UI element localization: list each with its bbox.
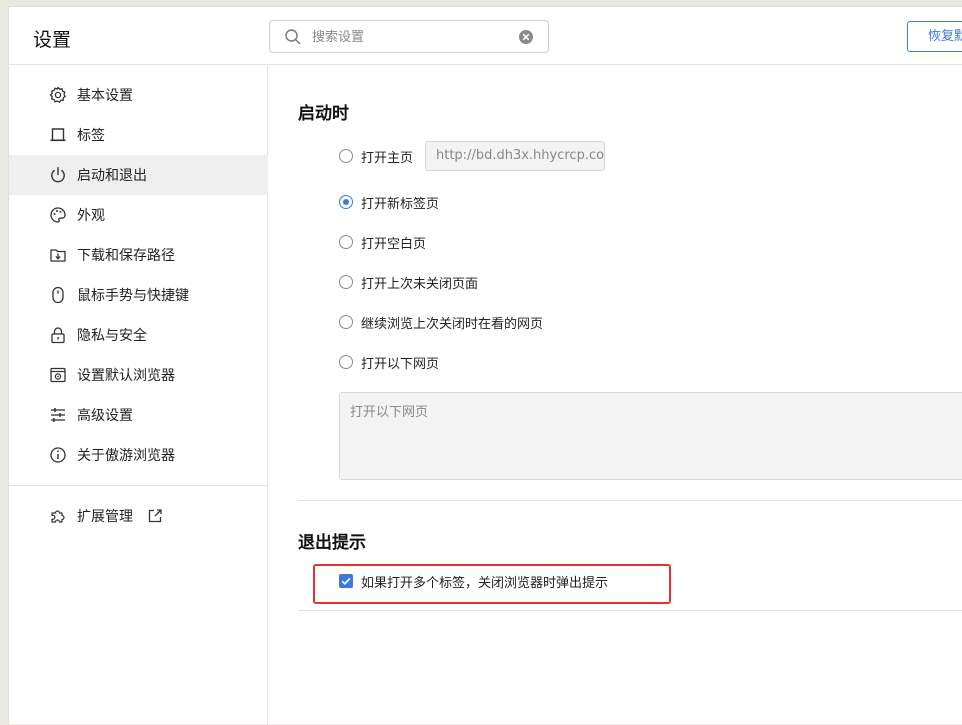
external-link-icon (148, 509, 162, 523)
sidebar-item-appearance[interactable]: 外观 (9, 195, 268, 235)
radio-label: 打开上次未关闭页面 (361, 277, 479, 292)
sidebar-item-label: 外观 (77, 208, 105, 224)
radio-button[interactable] (339, 275, 353, 289)
sidebar-item-privacy[interactable]: 隐私与安全 (9, 315, 268, 355)
sidebar-item-label: 设置默认浏览器 (77, 368, 175, 384)
section-title-startup: 启动时 (298, 104, 349, 124)
search-input[interactable] (312, 27, 512, 47)
sidebar-item-about[interactable]: 关于傲游浏览器 (9, 435, 268, 475)
sidebar-item-label: 标签 (77, 128, 105, 144)
sidebar-item-label: 下载和保存路径 (77, 248, 175, 264)
homepage-url-field[interactable]: http://bd.dh3x.hhycrcp.co (425, 141, 605, 171)
settings-window: 设置 恢复默认设置 基本设置 (8, 6, 962, 725)
sidebar-item-label: 启动和退出 (77, 168, 147, 184)
section-title-exit: 退出提示 (298, 533, 366, 553)
sidebar-item-startup-exit[interactable]: 启动和退出 (9, 155, 268, 195)
radio-label: 继续浏览上次关闭时在看的网页 (361, 317, 544, 332)
sidebar: 基本设置 标签 启动和退出 外观 下载和保存路径 鼠标手势与快捷键 隐私与安全 … (9, 66, 268, 725)
section-divider (298, 610, 962, 611)
radio-label: 打开新标签页 (361, 197, 440, 212)
radio-label: 打开以下网页 (361, 357, 440, 372)
sidebar-divider (9, 485, 268, 486)
radio-button[interactable] (339, 355, 353, 369)
power-icon (51, 167, 65, 183)
sidebar-item-tabs[interactable]: 标签 (9, 115, 268, 155)
radio-button[interactable] (339, 195, 353, 209)
sidebar-item-default-browser[interactable]: 设置默认浏览器 (9, 355, 268, 395)
header: 设置 恢复默认设置 (9, 7, 962, 65)
sidebar-item-mouse-shortcuts[interactable]: 鼠标手势与快捷键 (9, 275, 268, 315)
clear-search-icon[interactable] (518, 29, 534, 45)
sidebar-item-label: 鼠标手势与快捷键 (77, 288, 189, 304)
sidebar-item-basic[interactable]: 基本设置 (9, 75, 268, 115)
textarea-placeholder: 打开以下网页 (350, 405, 429, 420)
sidebar-item-extensions[interactable]: 扩展管理 (9, 496, 268, 536)
tab-icon (50, 128, 66, 142)
sidebar-item-label: 高级设置 (77, 408, 133, 424)
startup-pages-textarea[interactable]: 打开以下网页 (339, 392, 962, 480)
sidebar-item-label: 基本设置 (77, 88, 133, 104)
palette-icon (50, 207, 66, 223)
sliders-icon (51, 408, 65, 422)
search-box[interactable] (269, 20, 549, 53)
page-title: 设置 (33, 29, 72, 51)
highlight-annotation (313, 564, 671, 604)
default-browser-icon (50, 367, 66, 383)
sidebar-item-label: 关于傲游浏览器 (77, 448, 175, 464)
gear-icon (49, 86, 66, 103)
mouse-icon (52, 286, 64, 304)
search-icon (285, 29, 301, 45)
main-content: 启动时 打开主页 http://bd.dh3x.hhycrcp.co 打开新标签… (269, 66, 962, 725)
radio-button[interactable] (339, 315, 353, 329)
download-icon (50, 249, 66, 262)
radio-button[interactable] (339, 149, 353, 163)
radio-button[interactable] (339, 235, 353, 249)
section-divider (298, 500, 962, 501)
puzzle-icon (51, 510, 65, 523)
info-icon (50, 447, 66, 463)
lock-icon (51, 327, 65, 344)
sidebar-item-advanced[interactable]: 高级设置 (9, 395, 268, 435)
sidebar-item-label: 扩展管理 (77, 509, 133, 525)
radio-label: 打开空白页 (361, 237, 427, 252)
radio-label: 打开主页 (361, 151, 414, 166)
sidebar-item-label: 隐私与安全 (77, 328, 147, 344)
restore-defaults-button[interactable]: 恢复默认设置 (907, 21, 962, 52)
sidebar-item-downloads[interactable]: 下载和保存路径 (9, 235, 268, 275)
